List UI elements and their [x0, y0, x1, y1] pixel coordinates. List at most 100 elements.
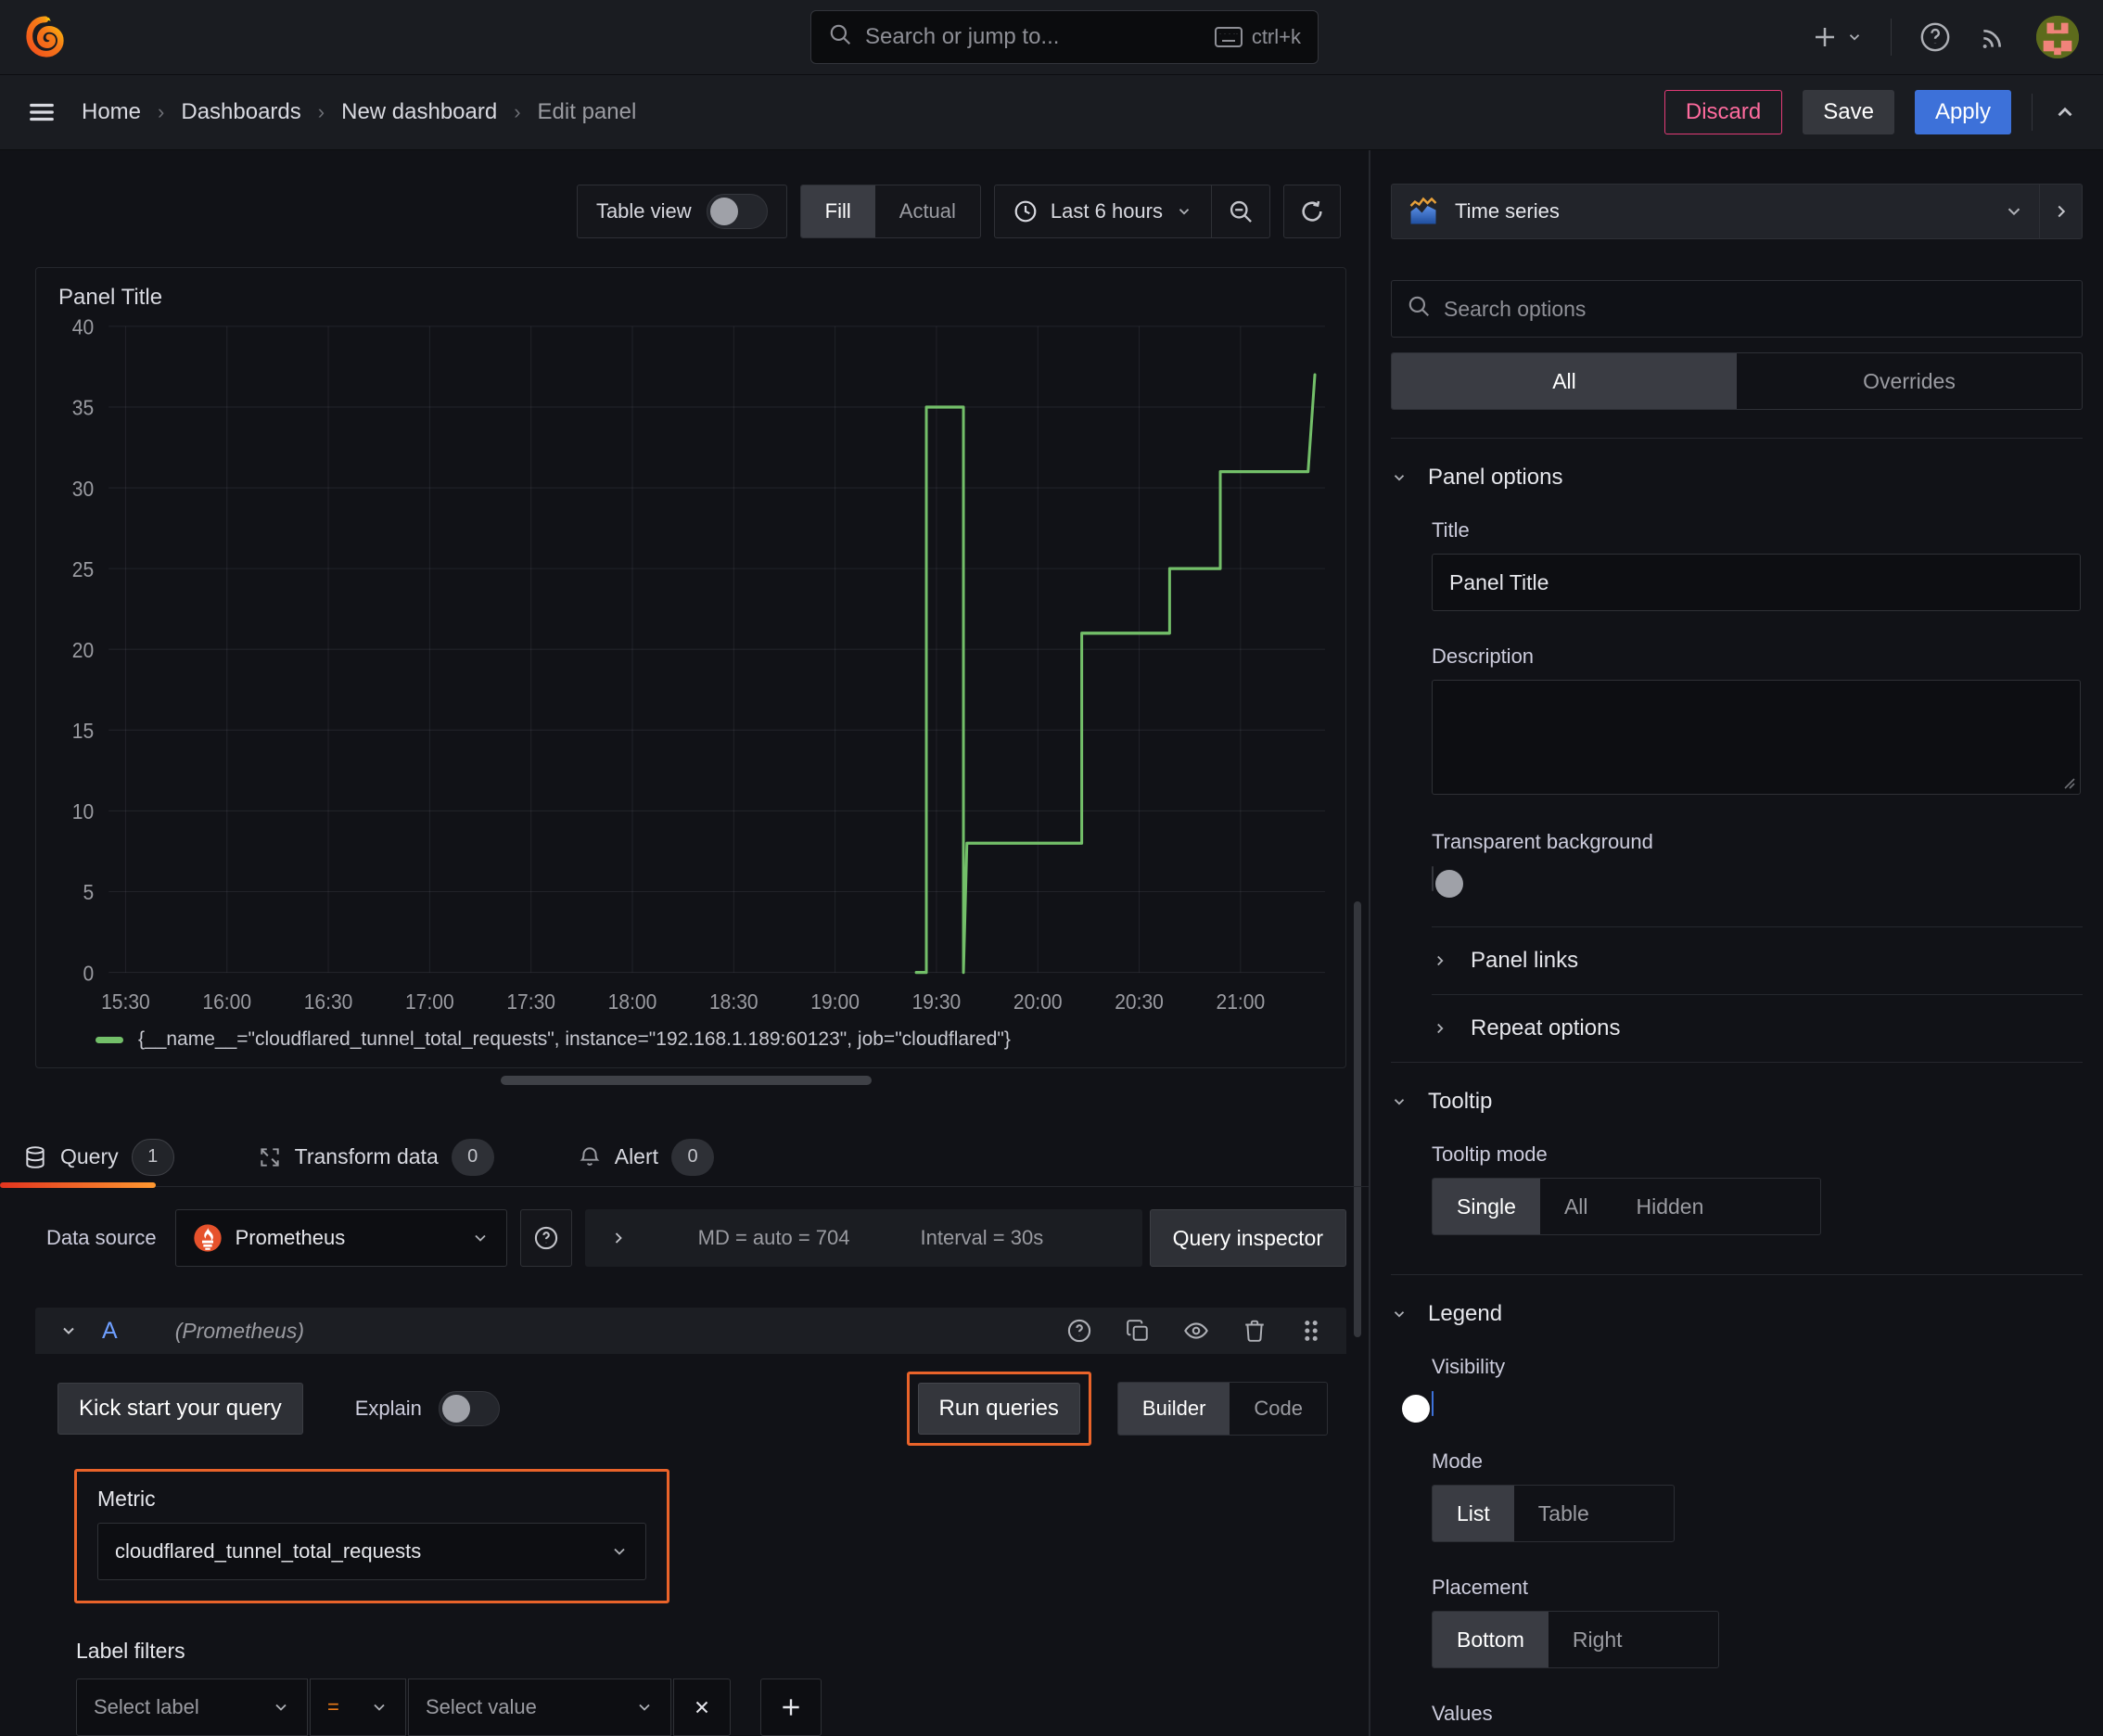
drag-handle-icon[interactable] [1300, 1318, 1322, 1344]
pane-resize-handle[interactable] [501, 1076, 872, 1085]
timeseries-chart[interactable]: 0 5 10 15 20 25 30 35 40 15:30 16:00 16:30 17:00 17:3… [38, 316, 1340, 1023]
query-inspector-button[interactable]: Query inspector [1149, 1209, 1346, 1267]
placement-bottom[interactable]: Bottom [1433, 1612, 1549, 1667]
select-label-dropdown[interactable]: Select label [76, 1679, 308, 1736]
tooltip-mode-single[interactable]: Single [1433, 1179, 1540, 1234]
datasource-picker[interactable]: Prometheus [174, 1209, 507, 1267]
svg-text:18:30: 18:30 [709, 989, 758, 1014]
tab-query[interactable]: Query 1 [23, 1138, 174, 1176]
operator-dropdown[interactable]: = [310, 1679, 406, 1736]
panel-actions: Discard Save Apply [1663, 90, 2077, 134]
datasource-help-button[interactable] [519, 1209, 572, 1267]
zoom-out-icon [1230, 200, 1252, 223]
visualization-picker-row: Time series [1391, 184, 2083, 239]
query-options-strip[interactable]: MD = auto = 704 Interval = 30s [584, 1209, 1142, 1267]
remove-query-icon[interactable] [1243, 1319, 1267, 1343]
transparent-bg-label: Transparent background [1432, 830, 1653, 853]
explain-toggle[interactable] [438, 1391, 500, 1426]
resize-grip-icon[interactable] [2061, 775, 2076, 790]
legend-series-swatch[interactable] [96, 1036, 123, 1043]
breadcrumb: Home › Dashboards › New dashboard › Edit… [82, 99, 636, 125]
breadcrumb-new-dashboard[interactable]: New dashboard [341, 99, 497, 125]
code-option[interactable]: Code [1230, 1383, 1327, 1435]
tooltip-section-header[interactable]: Tooltip [1391, 1089, 2083, 1115]
table-view-toggle[interactable] [706, 194, 768, 229]
search-options-placeholder: Search options [1444, 296, 1587, 321]
breadcrumb-separator: › [317, 100, 325, 123]
description-textarea[interactable] [1432, 680, 2081, 795]
discard-button[interactable]: Discard [1663, 90, 1783, 134]
fill-option[interactable]: Fill [800, 185, 875, 237]
svg-text:16:30: 16:30 [304, 989, 353, 1014]
panel-title[interactable]: Panel Title [36, 268, 1345, 316]
legend-series-label[interactable]: {__name__="cloudflared_tunnel_total_requ… [138, 1028, 1011, 1051]
legend-mode-list[interactable]: List [1433, 1486, 1514, 1541]
tooltip-mode-hidden[interactable]: Hidden [1612, 1179, 1728, 1234]
actual-option[interactable]: Actual [875, 185, 980, 237]
query-editor-toolbar: Kick start your query Explain Run querie… [54, 1372, 1328, 1446]
legend-mode-table[interactable]: Table [1514, 1486, 1613, 1541]
visualization-picker[interactable]: Time series [1391, 184, 2040, 239]
label-filters-row: Select label = Select value [76, 1679, 1328, 1736]
vertical-scrollbar[interactable] [1354, 901, 1361, 1337]
query-help-icon[interactable] [1066, 1318, 1092, 1344]
kick-start-button[interactable]: Kick start your query [57, 1383, 303, 1435]
bell-icon [580, 1146, 600, 1166]
chevron-down-icon [1179, 209, 1190, 215]
save-button[interactable]: Save [1803, 90, 1894, 134]
collapse-header-icon[interactable] [2053, 100, 2077, 124]
svg-text:20:30: 20:30 [1115, 989, 1164, 1014]
section-divider [1391, 1274, 2083, 1275]
menu-icon[interactable] [26, 98, 57, 126]
options-sidebar: Time series Search options All Overrides [1369, 150, 2103, 1736]
add-dropdown-button[interactable] [1811, 23, 1863, 51]
svg-text:20:00: 20:00 [1013, 989, 1063, 1014]
builder-option[interactable]: Builder [1117, 1383, 1230, 1435]
hide-response-icon[interactable] [1183, 1318, 1209, 1344]
panel-links-section[interactable]: Panel links [1432, 927, 2083, 994]
chevron-right-icon [1437, 1023, 1444, 1034]
panel-options-header[interactable]: Panel options [1391, 465, 2083, 491]
query-editor-header[interactable]: A (Prometheus) [35, 1308, 1346, 1354]
select-value-dropdown[interactable]: Select value [408, 1679, 671, 1736]
explain-control: Explain [355, 1391, 500, 1426]
description-field-label: Description [1432, 645, 1535, 668]
tab-alert[interactable]: Alert 0 [578, 1138, 715, 1176]
duplicate-query-icon[interactable] [1126, 1319, 1150, 1343]
add-filter-button[interactable] [760, 1679, 822, 1736]
legend-visibility-toggle[interactable] [1432, 1391, 1434, 1416]
viz-picker-expand-button[interactable] [2040, 184, 2083, 239]
tooltip-mode-all[interactable]: All [1540, 1179, 1612, 1234]
table-view-label: Table view [595, 199, 692, 223]
panel-title-input[interactable]: Panel Title [1432, 554, 2081, 611]
tab-overrides[interactable]: Overrides [1737, 353, 2082, 409]
tab-all[interactable]: All [1392, 353, 1737, 409]
visibility-row [1432, 1391, 2083, 1416]
repeat-options-section[interactable]: Repeat options [1432, 995, 2083, 1062]
zoom-out-button[interactable] [1212, 185, 1269, 237]
apply-button[interactable]: Apply [1914, 90, 2011, 134]
news-feed-icon[interactable] [1979, 22, 2008, 52]
refresh-button[interactable] [1283, 185, 1341, 238]
grafana-logo-icon[interactable] [24, 16, 67, 58]
breadcrumb-dashboards[interactable]: Dashboards [181, 99, 300, 125]
breadcrumb-home[interactable]: Home [82, 99, 141, 125]
help-icon[interactable] [1919, 21, 1951, 53]
user-avatar[interactable] [2036, 16, 2079, 58]
svg-text:20: 20 [72, 638, 94, 662]
metric-value: cloudflared_tunnel_total_requests [115, 1539, 422, 1563]
panel-preview: Panel Title 0 5 10 15 20 25 30 35 40 15:30 16:00 16… [35, 267, 1346, 1068]
legend-section-header[interactable]: Legend [1391, 1301, 2083, 1327]
remove-filter-button[interactable] [673, 1679, 731, 1736]
query-editor-body: Kick start your query Explain Run querie… [35, 1354, 1346, 1736]
search-options-input[interactable]: Search options [1391, 280, 2083, 338]
transparent-bg-toggle[interactable] [1432, 866, 1434, 891]
tab-transform-data[interactable]: Transform data 0 [258, 1138, 494, 1176]
run-queries-button[interactable]: Run queries [917, 1383, 1080, 1435]
svg-text:25: 25 [72, 557, 94, 581]
time-range-picker[interactable]: Last 6 hours [995, 199, 1211, 223]
global-search-input[interactable]: Search or jump to... ctrl+k [810, 10, 1319, 64]
metric-select[interactable]: cloudflared_tunnel_total_requests [97, 1523, 646, 1580]
placement-right[interactable]: Right [1549, 1612, 1647, 1667]
chevron-down-icon [1394, 1311, 1405, 1318]
